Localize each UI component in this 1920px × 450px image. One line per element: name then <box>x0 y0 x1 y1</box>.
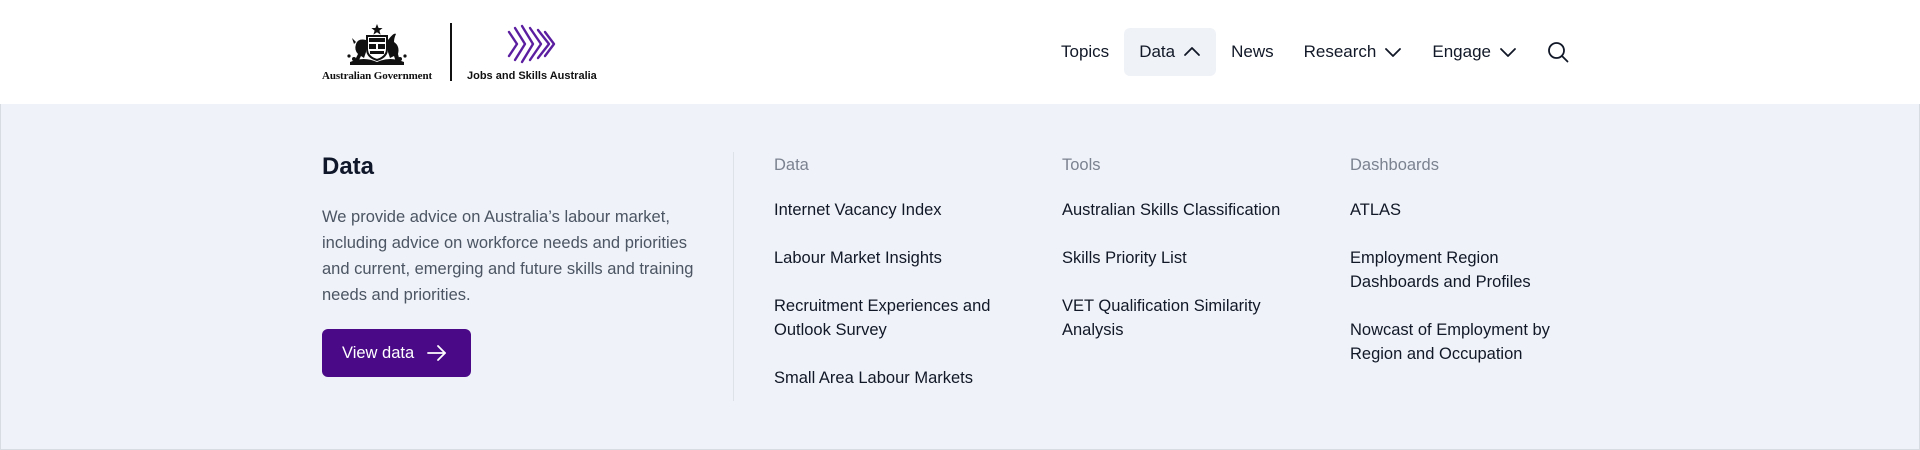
australian-government-logo: Australian Government <box>322 22 434 84</box>
column-links: Australian Skills Classification Skills … <box>1062 198 1312 342</box>
column-heading: Data <box>774 156 809 174</box>
menu-link-vet-qualification-analysis[interactable]: VET Qualification Similarity Analysis <box>1062 294 1312 342</box>
menu-link-atlas[interactable]: ATLAS <box>1350 198 1580 222</box>
search-button[interactable] <box>1536 28 1580 76</box>
nav-item-label: News <box>1231 42 1274 61</box>
menu-link-internet-vacancy-index[interactable]: Internet Vacancy Index <box>774 198 1024 222</box>
government-label: Australian Government <box>322 70 433 82</box>
menu-link-skills-priority-list[interactable]: Skills Priority List <box>1062 246 1312 270</box>
menu-link-small-area-labour-markets[interactable]: Small Area Labour Markets <box>774 366 1024 390</box>
coat-of-arms-icon <box>347 24 407 65</box>
site-header: Australian Government Jobs and Skills Au… <box>0 0 1920 104</box>
nav-item-label: Engage <box>1432 42 1492 61</box>
view-data-label: View data <box>342 343 415 362</box>
jsa-chevrons-icon <box>507 24 556 64</box>
menu-link-australian-skills-classification[interactable]: Australian Skills Classification <box>1062 198 1312 222</box>
nav-item-data[interactable]: Data <box>1124 28 1217 76</box>
column-heading: Tools <box>1062 156 1101 174</box>
main-nav: Topics Data News Research Engage <box>1046 28 1580 76</box>
org-label: Jobs and Skills Australia <box>467 70 597 82</box>
mega-menu-title: Data <box>322 153 375 180</box>
nav-item-research[interactable]: Research <box>1289 28 1418 76</box>
mega-menu-divider <box>733 152 734 401</box>
search-icon <box>1548 42 1569 63</box>
site-logo[interactable]: Australian Government Jobs and Skills Au… <box>322 22 597 84</box>
menu-link-nowcast-of-employment[interactable]: Nowcast of Employment by Region and Occu… <box>1350 318 1580 366</box>
nav-item-label: Topics <box>1061 42 1110 61</box>
column-links: ATLAS Employment Region Dashboards and P… <box>1350 198 1580 366</box>
view-data-button[interactable]: View data <box>322 329 471 377</box>
chevron-down-icon <box>1500 48 1516 57</box>
mega-menu-intro: Data We provide advice on Australia’s la… <box>322 152 702 308</box>
menu-column-dashboards: Dashboards ATLAS Employment Region Dashb… <box>1350 154 1580 390</box>
arrow-right-icon <box>427 345 447 361</box>
nav-item-news[interactable]: News <box>1216 28 1289 76</box>
nav-item-label: Research <box>1303 42 1377 61</box>
logo-divider <box>450 23 452 81</box>
nav-item-engage[interactable]: Engage <box>1417 28 1532 76</box>
nav-item-label: Data <box>1139 42 1176 61</box>
chevron-up-icon <box>1184 47 1201 56</box>
chevron-down-icon <box>1385 48 1402 57</box>
menu-link-employment-region-dashboards[interactable]: Employment Region Dashboards and Profile… <box>1350 246 1580 294</box>
menu-link-labour-market-insights[interactable]: Labour Market Insights <box>774 246 1024 270</box>
mega-menu-description: We provide advice on Australia’s labour … <box>322 208 694 304</box>
column-links: Internet Vacancy Index Labour Market Ins… <box>774 198 1024 390</box>
menu-link-recruitment-experiences[interactable]: Recruitment Experiences and Outlook Surv… <box>774 294 1024 342</box>
menu-column-tools: Tools Australian Skills Classification S… <box>1062 154 1312 366</box>
data-mega-menu: Data We provide advice on Australia’s la… <box>1 104 1919 449</box>
column-heading: Dashboards <box>1350 156 1439 174</box>
jobs-and-skills-australia-logo: Jobs and Skills Australia <box>467 22 597 84</box>
nav-item-topics[interactable]: Topics <box>1046 28 1124 76</box>
menu-column-data: Data Internet Vacancy Index Labour Marke… <box>774 154 1024 414</box>
